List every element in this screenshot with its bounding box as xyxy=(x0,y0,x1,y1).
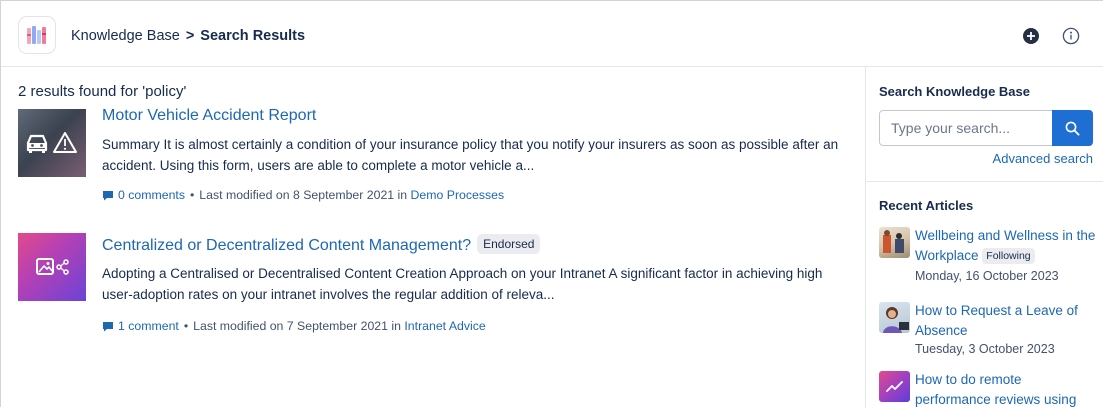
category-link[interactable]: Demo Processes xyxy=(411,188,505,202)
sidebar: Search Knowledge Base Advanced search Re… xyxy=(867,67,1103,408)
meta-separator: • xyxy=(183,319,189,333)
meta-separator: • xyxy=(189,188,195,202)
breadcrumb-root[interactable]: Knowledge Base xyxy=(71,28,180,44)
warning-icon xyxy=(53,132,77,153)
trend-chart-icon xyxy=(886,381,903,392)
result-summary: Adopting a Centralised or Decentralised … xyxy=(102,266,823,302)
books-icon xyxy=(27,26,46,44)
breadcrumb-current: Search Results xyxy=(200,28,306,44)
app-window: Knowledge Base > Search Results 2 results … xyxy=(0,0,1103,408)
advanced-search-link[interactable]: Advanced search xyxy=(993,151,1093,166)
article-thumbnail[interactable] xyxy=(879,302,910,333)
search-box xyxy=(879,110,1093,146)
result-summary: Summary It is almost certainly a conditi… xyxy=(102,137,839,173)
modified-text: Last modified on 7 September 2021 in xyxy=(193,319,401,333)
result-meta: 0 comments • Last modified on 8 Septembe… xyxy=(102,188,504,202)
article-date: Tuesday, 3 October 2023 xyxy=(915,342,1055,356)
search-icon xyxy=(1065,121,1080,136)
comments-link[interactable]: 1 comment xyxy=(118,319,179,333)
result-title-link[interactable]: Motor Vehicle Accident Report xyxy=(102,107,316,125)
results-count: 2 results found for 'policy' xyxy=(18,83,187,100)
article-date: Monday, 16 October 2023 xyxy=(915,269,1059,283)
following-badge: Following xyxy=(982,248,1035,264)
search-heading: Search Knowledge Base xyxy=(879,84,1030,99)
endorsed-badge: Endorsed xyxy=(477,234,541,254)
comments-link[interactable]: 0 comments xyxy=(118,188,185,202)
search-button[interactable] xyxy=(1052,110,1093,146)
article-thumbnail[interactable] xyxy=(879,227,910,258)
result-title-link[interactable]: Centralized or Decentralized Content Man… xyxy=(102,234,541,255)
breadcrumb: Knowledge Base > Search Results xyxy=(71,28,305,44)
info-button[interactable] xyxy=(1061,26,1081,46)
result-meta: 1 comment • Last modified on 7 September… xyxy=(102,319,486,333)
breadcrumb-separator: > xyxy=(185,28,195,44)
comment-icon xyxy=(103,321,113,331)
result-thumbnail[interactable] xyxy=(18,109,86,177)
divider xyxy=(867,181,1103,182)
article-title-link[interactable]: How to Request a Leave of Absence xyxy=(915,301,1100,341)
comment-icon xyxy=(103,190,113,200)
search-input[interactable] xyxy=(880,111,1053,145)
article-title-link[interactable]: Wellbeing and Wellness in the Workplace … xyxy=(915,226,1100,266)
modified-text: Last modified on 8 September 2021 in xyxy=(199,188,408,202)
add-button[interactable] xyxy=(1021,26,1041,46)
header-bar: Knowledge Base > Search Results xyxy=(1,1,1103,67)
image-share-icon xyxy=(36,258,69,275)
knowledge-base-logo[interactable] xyxy=(18,16,56,54)
category-link[interactable]: Intranet Advice xyxy=(404,319,485,333)
article-thumbnail[interactable] xyxy=(879,371,910,402)
article-title-link[interactable]: How to do remote performance reviews usi… xyxy=(915,370,1100,410)
result-thumbnail[interactable] xyxy=(18,233,86,301)
recent-articles-heading: Recent Articles xyxy=(879,198,974,213)
info-icon xyxy=(1062,27,1080,45)
car-icon xyxy=(26,134,48,153)
plus-circle-icon xyxy=(1023,28,1039,44)
search-results-panel: 2 results found for 'policy' Motor Vehic… xyxy=(1,67,866,408)
